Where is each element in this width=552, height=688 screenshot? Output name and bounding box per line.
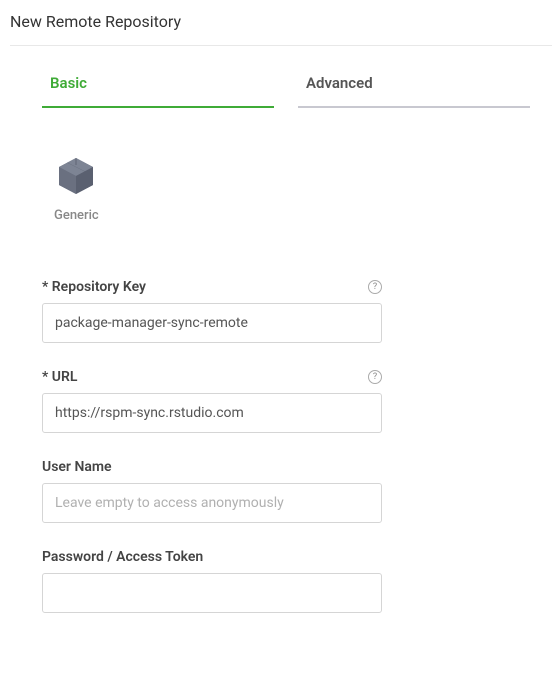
password-label: Password / Access Token — [42, 549, 203, 565]
tab-basic[interactable]: Basic — [42, 74, 274, 108]
field-repository-key: * Repository Key ? — [42, 279, 542, 343]
field-password: Password / Access Token — [42, 549, 542, 613]
field-username: User Name — [42, 459, 542, 523]
url-input[interactable] — [42, 393, 382, 433]
field-url: * URL ? — [42, 369, 542, 433]
help-icon[interactable]: ? — [368, 370, 382, 384]
form-panel: Basic Advanced Generic * Repository Key … — [10, 45, 552, 613]
password-input[interactable] — [42, 573, 382, 613]
repo-type-label: Generic — [54, 208, 99, 223]
repo-type-generic[interactable]: Generic — [54, 156, 99, 223]
username-input[interactable] — [42, 483, 382, 523]
tabs: Basic Advanced — [42, 74, 542, 108]
help-icon[interactable]: ? — [368, 280, 382, 294]
repository-key-input[interactable] — [42, 303, 382, 343]
repository-key-label: * Repository Key — [42, 279, 146, 295]
username-label: User Name — [42, 459, 112, 475]
cube-icon — [57, 156, 95, 196]
url-label: * URL — [42, 369, 77, 385]
page-title: New Remote Repository — [0, 0, 552, 45]
tab-advanced[interactable]: Advanced — [298, 74, 530, 108]
